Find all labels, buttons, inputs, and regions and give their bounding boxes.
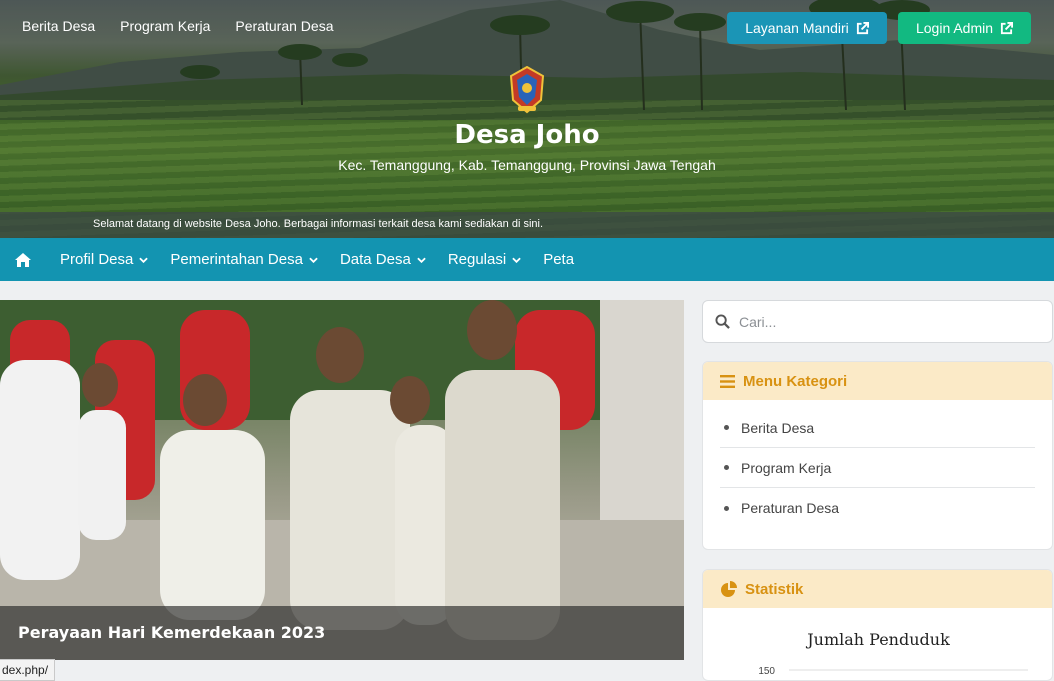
browser-status-url: dex.php/ [0, 659, 56, 681]
home-icon[interactable] [14, 252, 32, 268]
chevron-down-icon [417, 257, 426, 263]
nav-peta[interactable]: Peta [543, 251, 574, 268]
menu-kategori-header: Menu Kategori [703, 362, 1052, 400]
login-admin-button[interactable]: Login Admin [898, 12, 1031, 44]
nav-label: Profil Desa [60, 251, 134, 268]
bars-icon [720, 374, 735, 388]
hero-overlay [0, 0, 1054, 238]
nav-label: Pemerintahan Desa [170, 251, 303, 268]
chevron-down-icon [139, 257, 149, 263]
pie-chart-icon [721, 580, 737, 597]
chart-title: Jumlah Penduduk [807, 630, 950, 649]
statistik-header: Statistik [703, 570, 1052, 608]
kategori-item[interactable]: Peraturan Desa [720, 488, 1035, 528]
nav-label: Peta [543, 251, 575, 268]
kategori-item[interactable]: Berita Desa [720, 408, 1035, 448]
kategori-label: Berita Desa [741, 419, 815, 436]
chevron-down-icon [309, 257, 318, 263]
nav-regulasi[interactable]: Regulasi [448, 251, 521, 268]
regency-emblem-logo [509, 66, 545, 114]
chevron-down-icon [512, 257, 521, 263]
statistik-title: Statistik [745, 580, 804, 598]
ticker-text: Selamat datang di website Desa Joho. Ber… [93, 218, 544, 230]
village-subtitle: Kec. Temanggung, Kab. Temanggung, Provin… [338, 157, 716, 173]
layanan-mandiri-button[interactable]: Layanan Mandiri [727, 12, 887, 44]
welcome-ticker: Selamat datang di website Desa Joho. Ber… [0, 212, 1054, 238]
population-chart: 150 [758, 666, 1028, 677]
menu-kategori-title: Menu Kategori [743, 372, 848, 390]
statistik-card: Statistik Jumlah Penduduk 150 [702, 569, 1053, 681]
bullet [724, 465, 729, 470]
nav-data-desa[interactable]: Data Desa [340, 251, 426, 268]
search-box [702, 300, 1053, 343]
search-input[interactable] [739, 311, 1039, 333]
external-link-icon [856, 21, 869, 34]
news-caption-bar: Perayaan Hari Kemerdekaan 2023 [0, 606, 684, 660]
top-nav: Berita Desa Program Kerja Peraturan Desa [22, 18, 358, 34]
featured-news[interactable]: Perayaan Hari Kemerdekaan 2023 [0, 300, 684, 660]
bullet [724, 425, 729, 430]
nav-label: Regulasi [447, 251, 507, 268]
login-admin-label: Login Admin [915, 20, 994, 36]
y-tick-label: 150 [758, 666, 775, 677]
village-title: Desa Joho [454, 120, 600, 150]
layanan-mandiri-label: Layanan Mandiri [745, 20, 849, 36]
external-link-icon [1000, 21, 1014, 34]
topnav-program-kerja[interactable]: Program Kerja [120, 18, 210, 34]
topnav-berita-desa[interactable]: Berita Desa [22, 18, 95, 34]
nav-pemerintahan-desa[interactable]: Pemerintahan Desa [170, 251, 318, 268]
main-nav: Profil Desa Pemerintahan Desa Data Desa … [0, 238, 1054, 281]
kategori-label: Program Kerja [741, 459, 832, 476]
kategori-list: Berita Desa Program Kerja Peraturan Desa [703, 400, 1052, 528]
menu-kategori-card: Menu Kategori Berita Desa Program Kerja … [702, 361, 1053, 550]
kategori-label: Peraturan Desa [741, 500, 840, 516]
nav-profil-desa[interactable]: Profil Desa [60, 251, 149, 268]
topnav-peraturan-desa[interactable]: Peraturan Desa [235, 18, 333, 34]
search-icon [715, 314, 730, 329]
hero-banner: Berita Desa Program Kerja Peraturan Desa… [0, 0, 1054, 238]
news-caption[interactable]: Perayaan Hari Kemerdekaan 2023 [18, 623, 325, 642]
nav-label: Data Desa [339, 251, 411, 268]
bullet [724, 505, 729, 511]
kategori-item[interactable]: Program Kerja [720, 448, 1035, 488]
